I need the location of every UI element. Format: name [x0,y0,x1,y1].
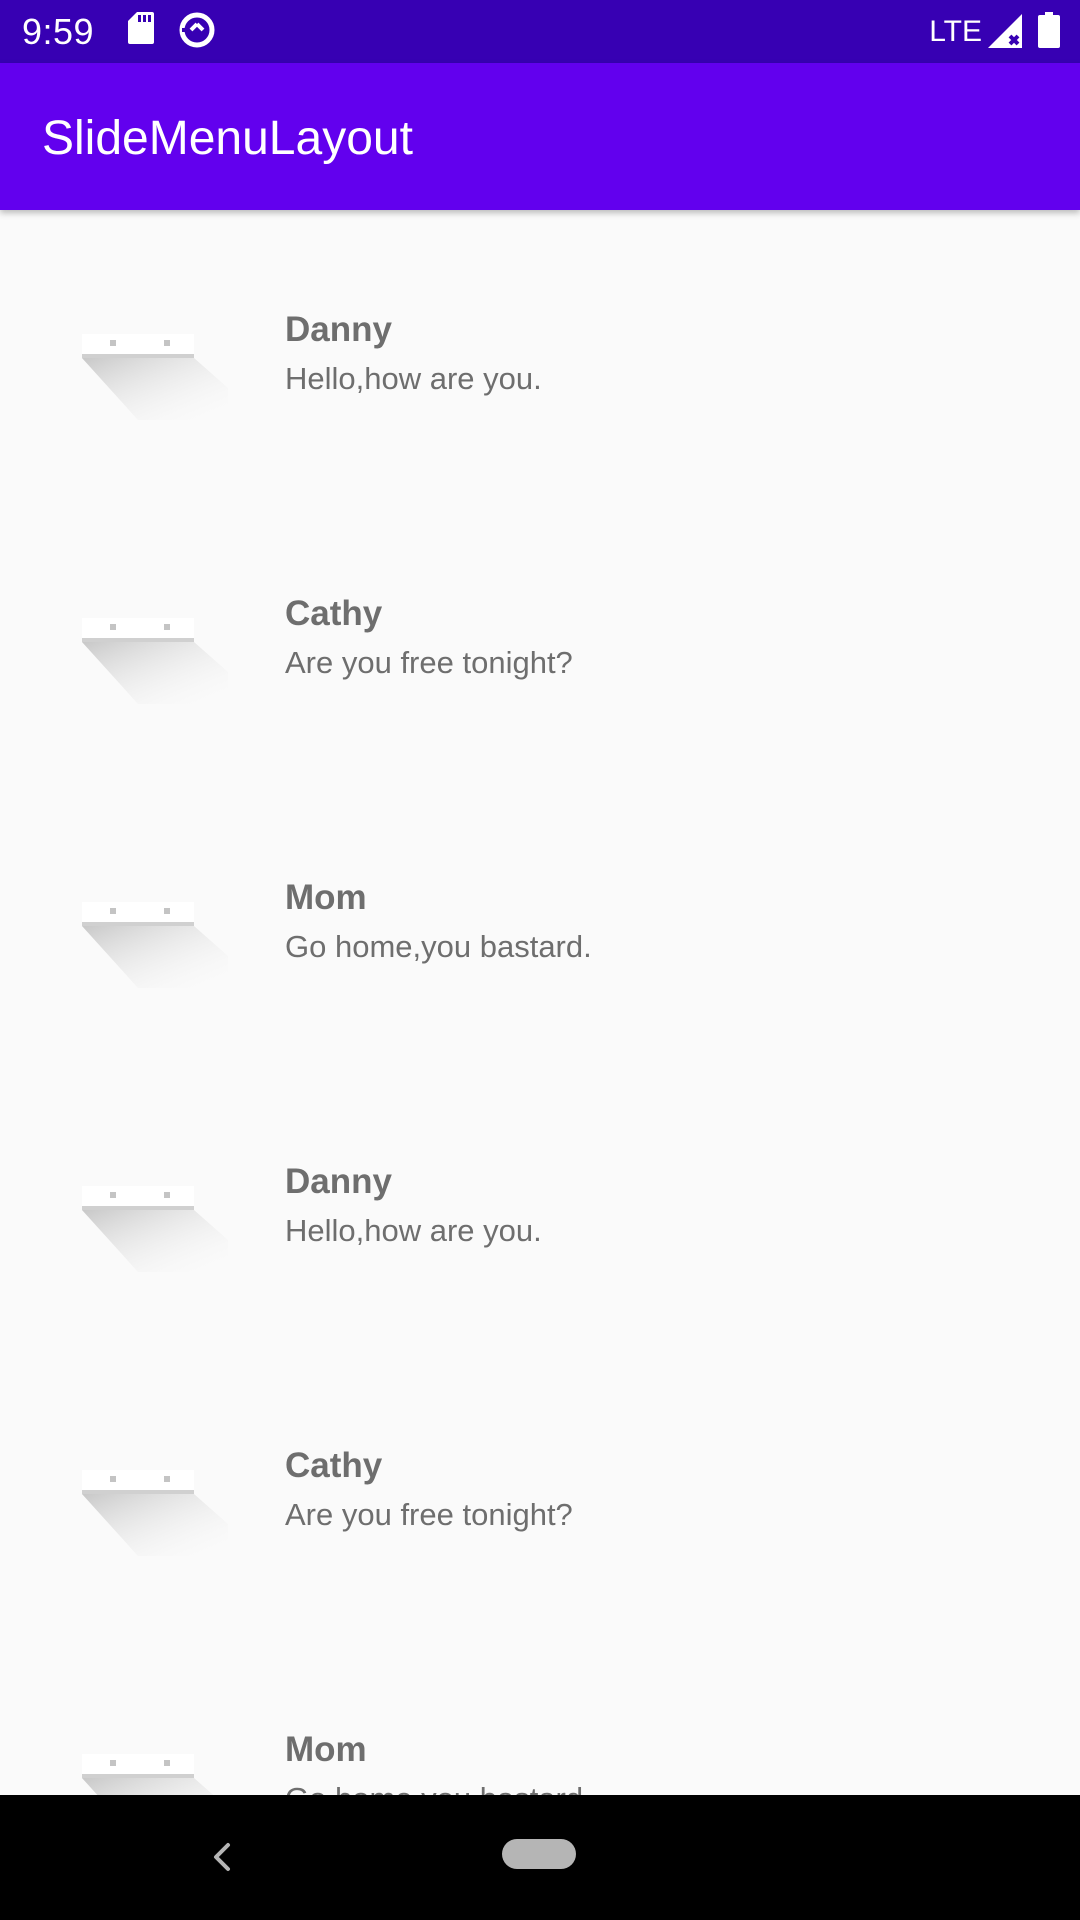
navigation-bar [0,1795,1080,1920]
avatar-placeholder-icon [82,1470,228,1556]
list-item[interactable]: Cathy Are you free tonight? [0,1346,1080,1630]
list-item[interactable]: Danny Hello,how are you. [0,210,1080,494]
app-title: SlideMenuLayout [42,112,413,165]
app-bar: SlideMenuLayout [0,63,1080,210]
contact-name: Cathy [285,594,383,633]
message-preview: Hello,how are you. [285,361,542,396]
message-preview: Are you free tonight? [285,1497,573,1532]
avatar-placeholder-icon [82,1186,228,1272]
signal-icon [988,14,1022,48]
avatar-placeholder-icon [82,334,228,420]
list-item[interactable]: Mom Go home,you bastard. [0,778,1080,1062]
message-preview: Go home,you bastard. [285,1779,592,1795]
contact-name: Mom [285,878,367,917]
contact-name: Danny [285,310,392,349]
contact-name: Cathy [285,1446,383,1485]
message-list[interactable]: Danny Hello,how are you. Cathy Are you f… [0,210,1080,1795]
list-item[interactable]: Mom Go home,you bastard. [0,1630,1080,1795]
message-preview: Go home,you bastard. [285,929,592,964]
message-preview: Are you free tonight? [285,645,573,680]
back-icon[interactable] [206,1839,236,1875]
home-pill-icon[interactable] [502,1839,576,1869]
contact-name: Mom [285,1730,367,1769]
status-bar: 9:59 LTE [0,0,1080,63]
message-preview: Hello,how are you. [285,1213,542,1248]
status-time: 9:59 [22,11,95,52]
avatar-placeholder-icon [82,902,228,988]
sd-card-icon [128,12,154,44]
battery-icon [1038,12,1060,48]
contact-name: Danny [285,1162,392,1201]
list-item[interactable]: Cathy Are you free tonight? [0,494,1080,778]
avatar-placeholder-icon [82,1754,214,1795]
list-item[interactable]: Danny Hello,how are you. [0,1062,1080,1346]
phone-screen: 9:59 LTE SlideMenuLayout Danny Hello,how… [0,0,1080,1920]
data-saver-icon [179,12,215,48]
avatar-placeholder-icon [82,618,228,704]
network-type: LTE [929,15,982,48]
